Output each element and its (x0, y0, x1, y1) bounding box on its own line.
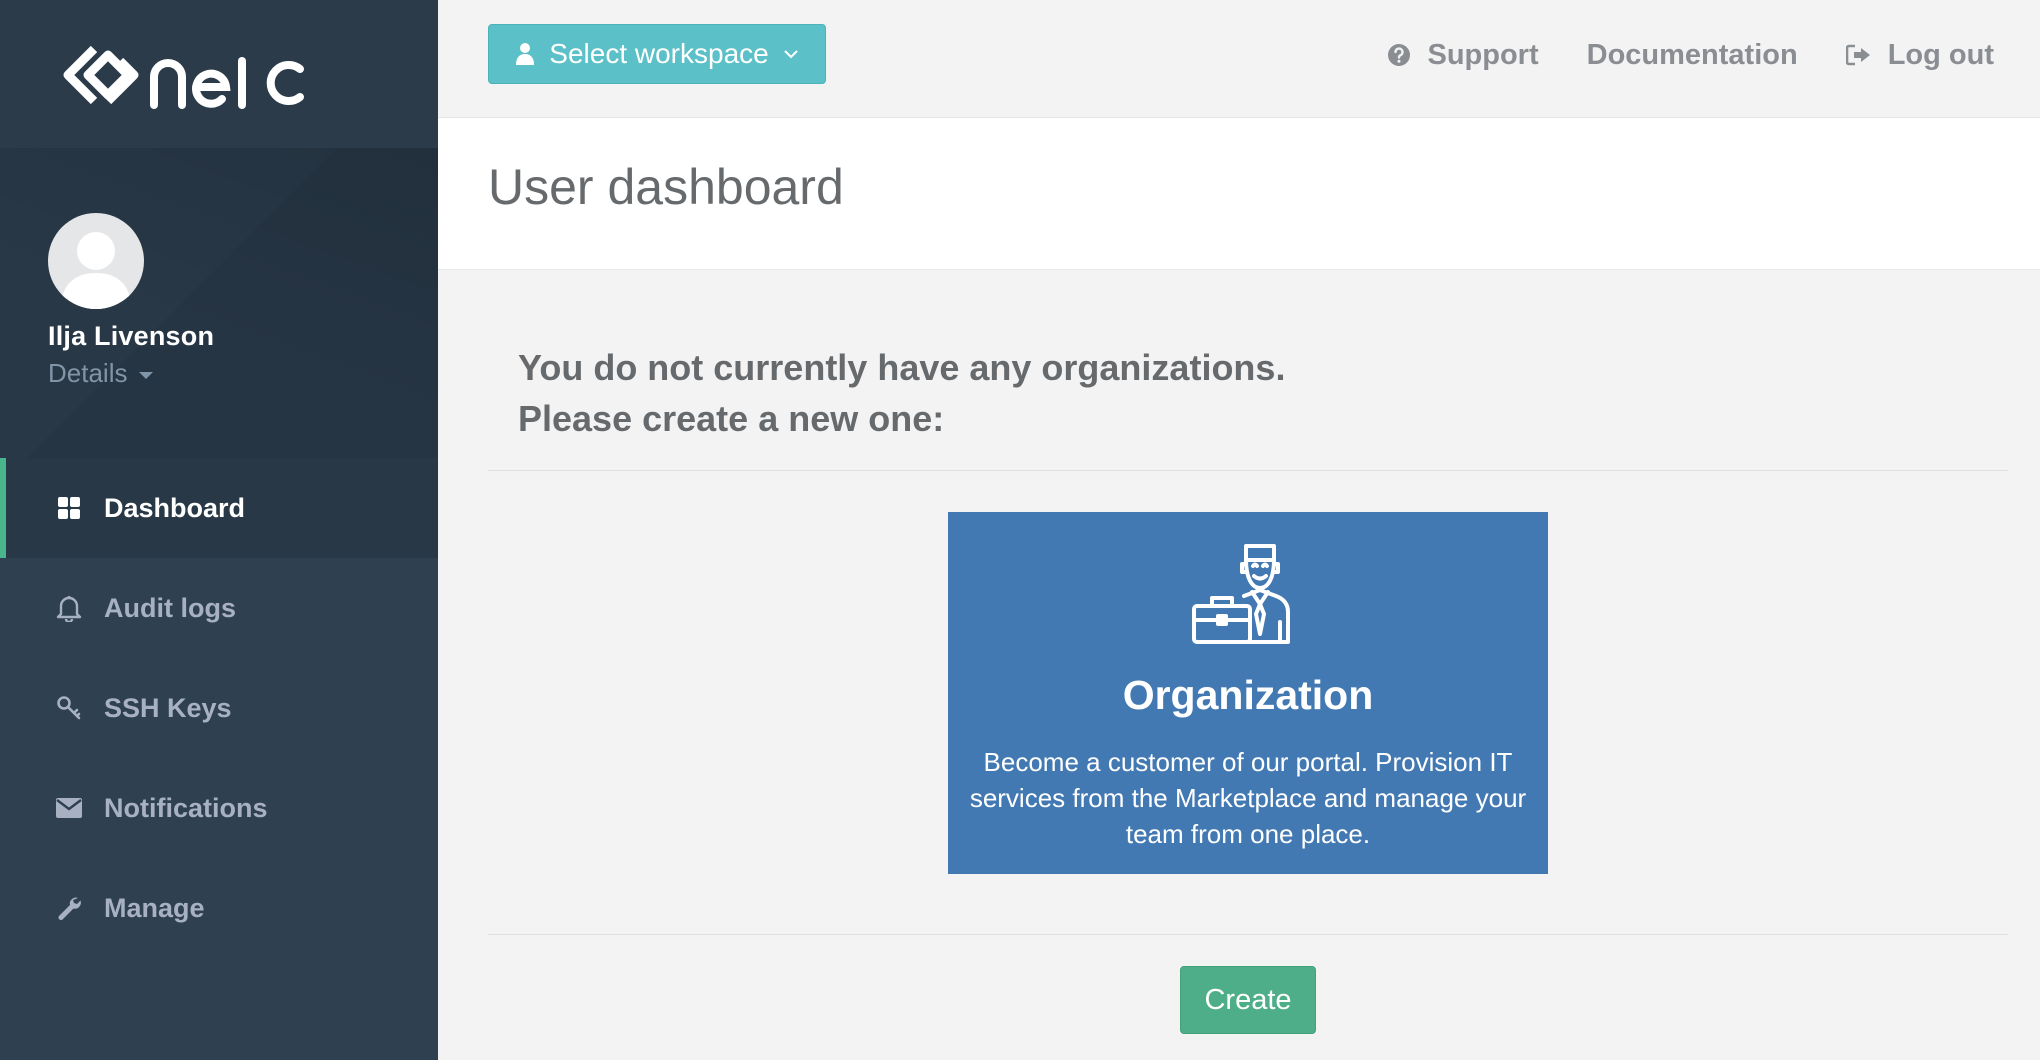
key-icon (54, 693, 84, 723)
sidebar-item-ssh-keys[interactable]: SSH Keys (0, 658, 438, 758)
sidebar-item-manage[interactable]: Manage (0, 858, 438, 958)
sidebar-item-notifications[interactable]: Notifications (0, 758, 438, 858)
select-workspace-button[interactable]: Select workspace (488, 24, 826, 84)
message-line-1: You do not currently have any organizati… (518, 347, 1286, 388)
neic-logo[interactable] (62, 39, 332, 109)
sidebar-item-label: Notifications (104, 792, 268, 823)
user-icon (516, 43, 535, 65)
documentation-label: Documentation (1586, 38, 1798, 71)
avatar[interactable] (48, 213, 144, 309)
logout-link[interactable]: Log out (1845, 38, 1994, 72)
main-content: You do not currently have any organizati… (438, 270, 2040, 1060)
page-heading: User dashboard (438, 118, 2040, 270)
organization-card[interactable]: Organization Become a customer of our po… (948, 512, 1548, 874)
dashboard-icon (54, 493, 84, 523)
select-workspace-label: Select workspace (549, 38, 769, 69)
wrench-icon (54, 893, 84, 923)
organization-card-description: Become a customer of our portal. Provisi… (969, 747, 1527, 849)
sidebar-item-label: Audit logs (104, 592, 236, 623)
sidebar-item-label: SSH Keys (104, 692, 232, 723)
sign-out-icon (1845, 44, 1870, 66)
logout-label: Log out (1887, 38, 1994, 71)
sidebar-item-label: Manage (104, 892, 205, 923)
support-label: Support (1427, 38, 1539, 71)
no-organizations-message: You do not currently have any organizati… (518, 342, 1285, 444)
details-dropdown[interactable]: Details (48, 358, 438, 389)
top-navbar: Select workspace Support Documentation L… (438, 0, 2040, 118)
details-label: Details (48, 358, 128, 388)
message-line-2: Please create a new one: (518, 398, 945, 439)
sidebar-nav: Dashboard Audit logs SSH Keys Notificati… (0, 458, 438, 958)
profile-panel: Ilja Livenson Details (0, 148, 438, 458)
page-title: User dashboard (488, 159, 844, 215)
chevron-down-icon (784, 50, 798, 59)
user-name: Ilja Livenson (48, 321, 215, 351)
sidebar-item-audit-logs[interactable]: Audit logs (0, 558, 438, 658)
bell-icon (54, 593, 84, 623)
documentation-link[interactable]: Documentation (1587, 39, 1798, 72)
create-button[interactable]: Create (1180, 966, 1316, 1034)
sidebar-item-dashboard[interactable]: Dashboard (0, 458, 438, 558)
sidebar-item-label: Dashboard (104, 492, 246, 523)
businessman-briefcase-icon (1192, 544, 1290, 644)
user-silhouette-icon (60, 232, 132, 309)
logo-area (0, 0, 438, 148)
sidebar: Ilja Livenson Details Dashboard Audit lo… (0, 0, 438, 1060)
question-circle-icon (1388, 44, 1411, 66)
divider (488, 934, 2008, 935)
top-links: Support Documentation Log out (1387, 0, 1994, 110)
envelope-icon (54, 793, 84, 823)
divider (488, 470, 2008, 471)
caret-down-icon (139, 372, 154, 379)
support-link[interactable]: Support (1387, 38, 1539, 72)
organization-card-title: Organization (1122, 672, 1374, 718)
